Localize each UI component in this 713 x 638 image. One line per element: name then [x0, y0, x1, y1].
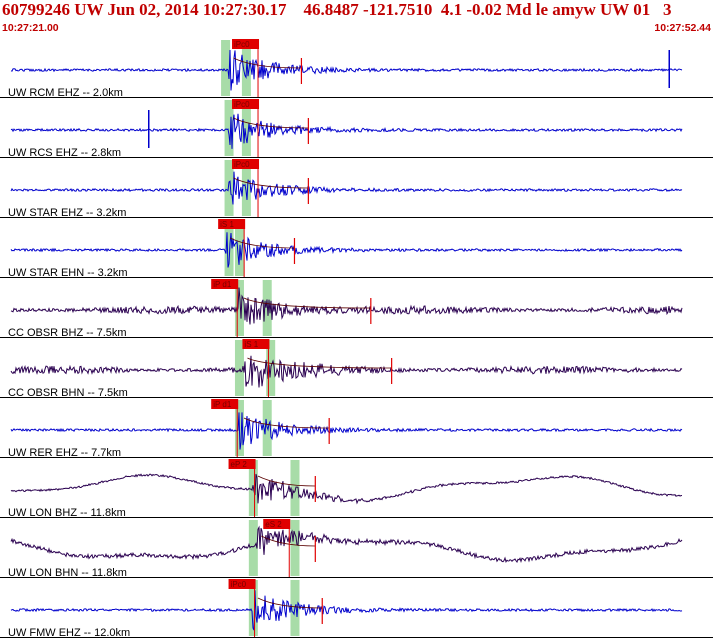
pick-window — [290, 520, 300, 576]
pick-tag-label: iP d1 — [213, 280, 232, 289]
pick-window — [221, 40, 231, 96]
event-header: 60799246 UW Jun 02, 2014 10:27:30.17 46.… — [0, 0, 713, 38]
event-title: 60799246 UW Jun 02, 2014 10:27:30.17 46.… — [2, 0, 672, 19]
coda-curve — [257, 475, 316, 487]
pick-tag-label: eS 2 — [265, 520, 282, 529]
waveform-trace — [10, 232, 683, 268]
pick-tag-label: iP d1 — [213, 400, 232, 409]
end-time-label: 10:27:52.44 — [654, 22, 711, 34]
waveform-trace — [10, 473, 683, 505]
pick-tag-label: iS 1 — [220, 220, 234, 229]
pick-tag-label: iPc0 — [234, 40, 250, 49]
waveform-trace — [10, 287, 683, 325]
waveform-trace — [10, 49, 683, 91]
pick-tag-label: iPc0 — [234, 160, 250, 169]
pick-tag-label: iS 1 — [244, 340, 258, 349]
waveform-trace — [10, 355, 683, 388]
station-label: UW FMW EHZ -- 12.0km — [8, 627, 130, 638]
pick-tag-label: eP 2 — [231, 460, 248, 469]
waveform-trace — [10, 590, 683, 631]
waveform-trace — [10, 412, 683, 450]
start-time-label: 10:27:21.00 — [2, 22, 59, 34]
waveform-trace — [10, 525, 683, 564]
waveform-trace — [10, 171, 683, 205]
coda-curve — [257, 597, 323, 609]
pick-tag-label: iPc0 — [234, 100, 250, 109]
waveform-trace — [10, 113, 683, 149]
seismogram-panel[interactable]: iPc0UW RCM EHZ -- 2.0kmiPc0UW RCS EHZ --… — [0, 38, 713, 638]
pick-tag-label: iPc0 — [231, 580, 247, 589]
